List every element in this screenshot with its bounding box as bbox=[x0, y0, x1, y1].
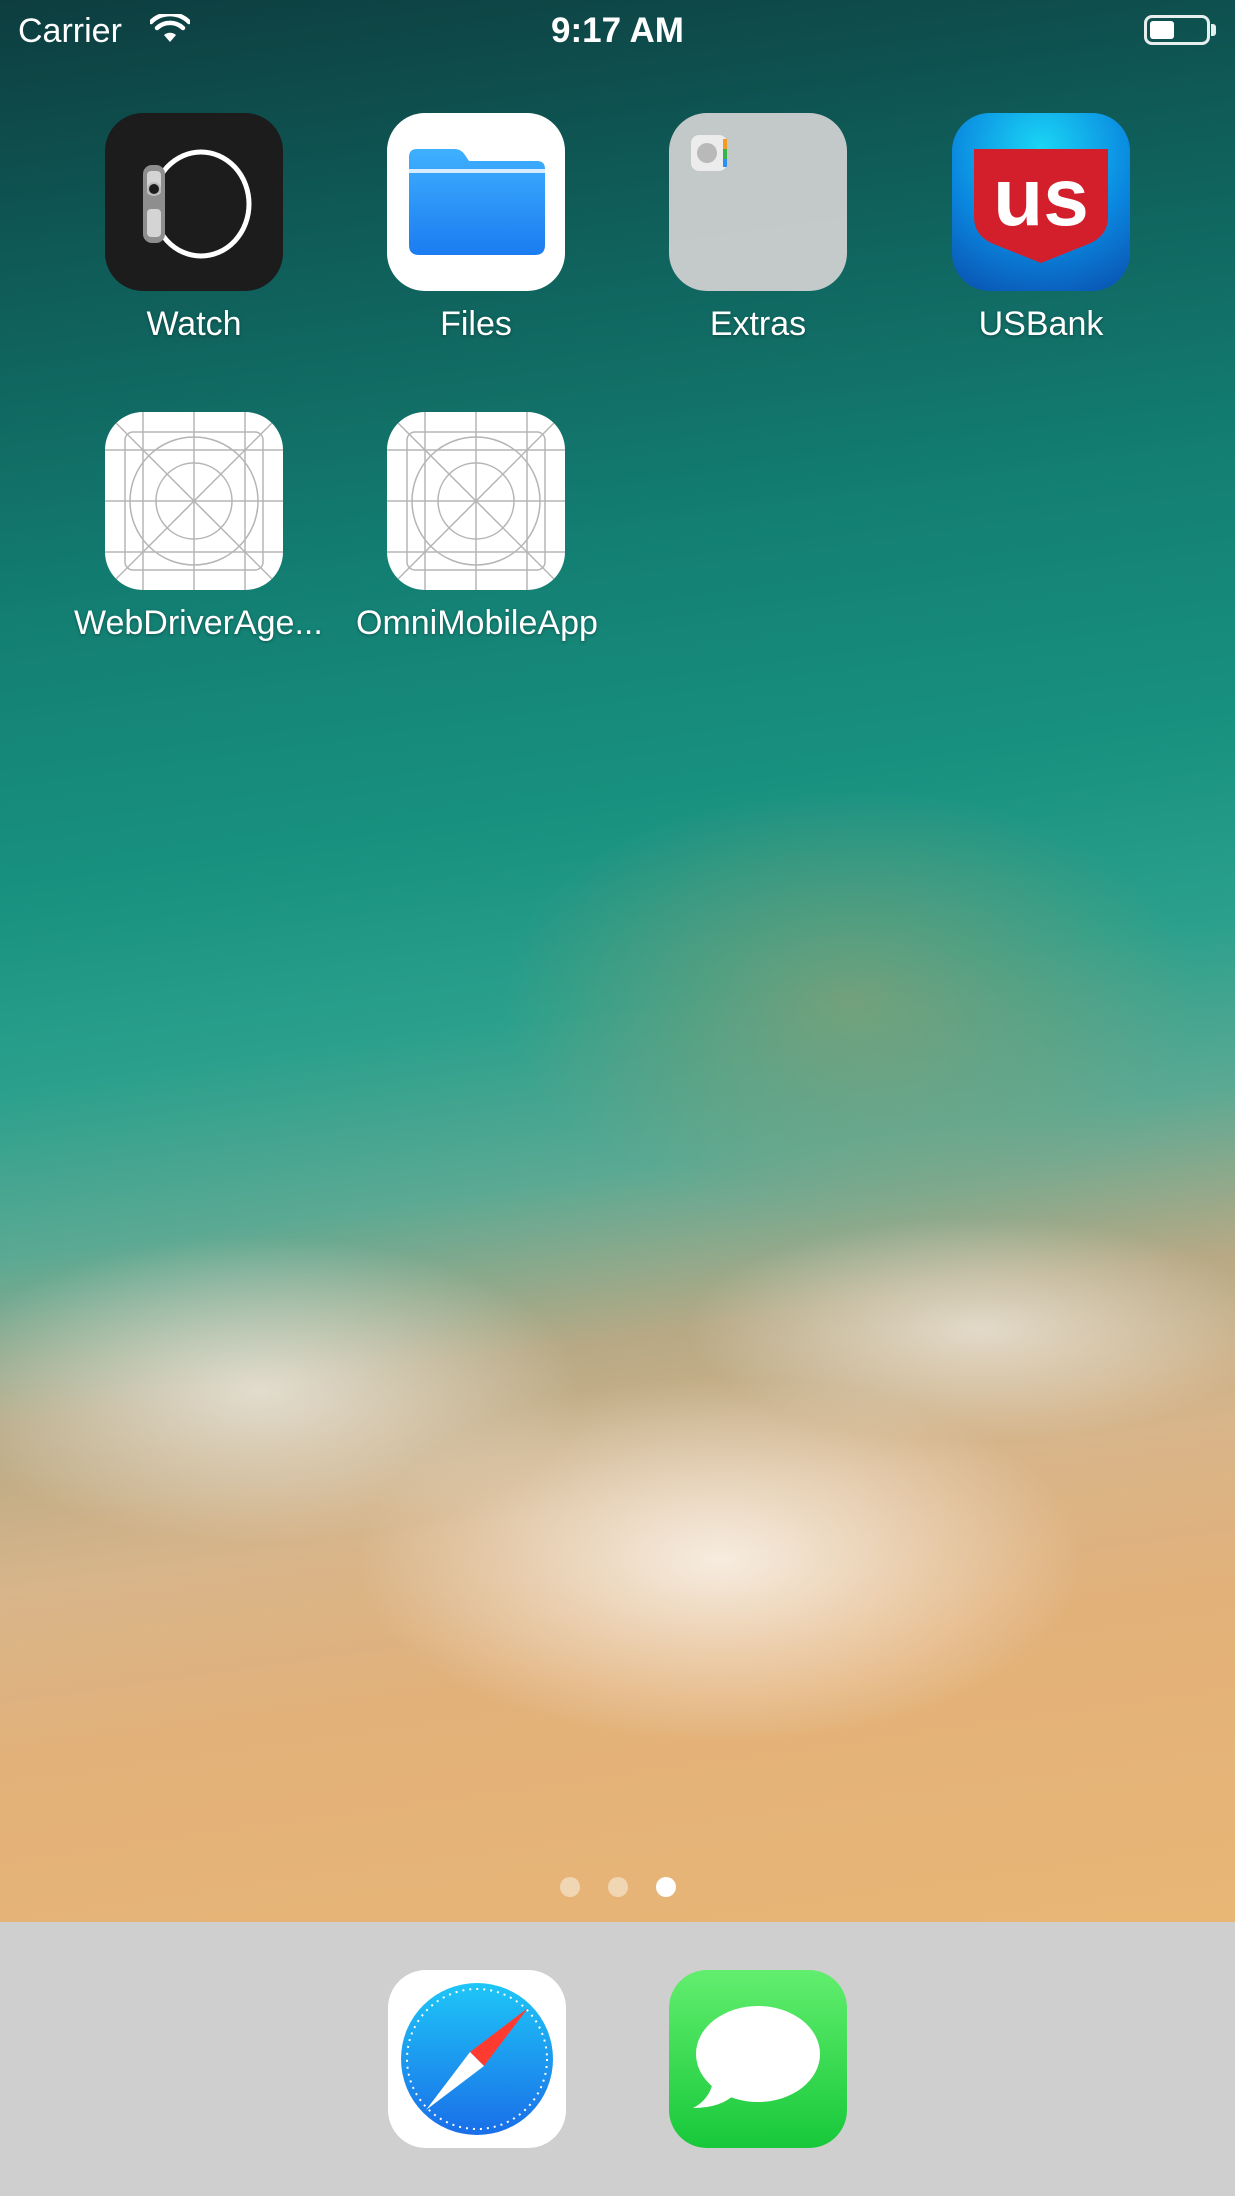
files-folder-icon bbox=[387, 113, 565, 291]
folder-icon bbox=[669, 113, 847, 291]
app-watch[interactable]: Watch bbox=[74, 113, 314, 344]
battery-nub bbox=[1211, 24, 1216, 36]
dock-app-safari[interactable] bbox=[388, 1970, 566, 2148]
page-dot-active bbox=[655, 1877, 676, 1897]
page-dot bbox=[607, 1877, 628, 1897]
app-label: Watch bbox=[146, 305, 242, 343]
app-label: WebDriverAge... bbox=[74, 604, 323, 642]
battery-icon bbox=[1144, 15, 1210, 45]
app-label: USBank bbox=[978, 305, 1104, 343]
dock-app-messages[interactable] bbox=[669, 1970, 847, 2148]
placeholder-app-icon bbox=[105, 412, 283, 590]
battery-level-fill bbox=[1150, 21, 1174, 39]
app-label: Files bbox=[440, 305, 512, 343]
app-label: Extras bbox=[709, 305, 807, 343]
app-usbank[interactable]: us USBank bbox=[921, 113, 1161, 344]
page-dot bbox=[559, 1877, 580, 1897]
placeholder-app-icon bbox=[387, 412, 565, 590]
safari-icon bbox=[401, 1983, 553, 2135]
page-indicator[interactable] bbox=[0, 1877, 1235, 1902]
app-label: OmniMobileApp bbox=[356, 604, 598, 642]
dock bbox=[0, 1922, 1235, 2196]
app-files[interactable]: Files bbox=[356, 113, 596, 344]
app-extras-folder[interactable]: Extras bbox=[638, 113, 878, 344]
messages-icon bbox=[693, 2006, 820, 2108]
status-time: 9:17 AM bbox=[551, 11, 684, 50]
status-bar: Carrier 9:17 AM bbox=[0, 0, 1235, 62]
app-webdriveragent[interactable]: WebDriverAge... bbox=[74, 412, 323, 643]
usbank-logo-text: us bbox=[993, 152, 1089, 243]
usbank-logo-icon: us bbox=[952, 113, 1130, 291]
watch-icon bbox=[105, 113, 283, 291]
app-omnimobileapp[interactable]: OmniMobileApp bbox=[356, 412, 598, 643]
